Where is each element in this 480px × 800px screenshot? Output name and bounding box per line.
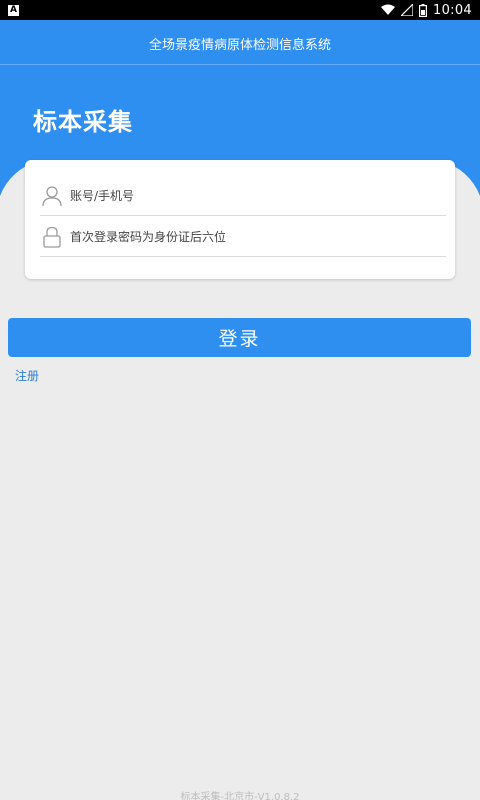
login-card [25, 160, 455, 279]
account-field [40, 176, 446, 216]
user-icon [40, 184, 64, 208]
wifi-icon [381, 4, 396, 16]
battery-icon [419, 3, 428, 17]
header-divider [0, 64, 480, 65]
app-title: 全场景疫情病原体检测信息系统 [148, 38, 331, 53]
register-link[interactable]: 注册 [15, 367, 39, 384]
signal-icon [401, 4, 414, 16]
version-label: 标本采集-北京市-V1.0.8.2 [180, 792, 300, 800]
account-input[interactable] [70, 180, 446, 211]
page-heading: 标本采集 [33, 108, 133, 136]
login-button[interactable]: 登录 [8, 318, 471, 357]
notification-a-icon: A [8, 4, 19, 16]
password-field [40, 217, 446, 257]
lock-icon [40, 225, 64, 249]
clock-time: 10:04 [433, 2, 472, 18]
status-bar: A 10:04 [0, 0, 480, 20]
password-input[interactable] [70, 221, 446, 252]
